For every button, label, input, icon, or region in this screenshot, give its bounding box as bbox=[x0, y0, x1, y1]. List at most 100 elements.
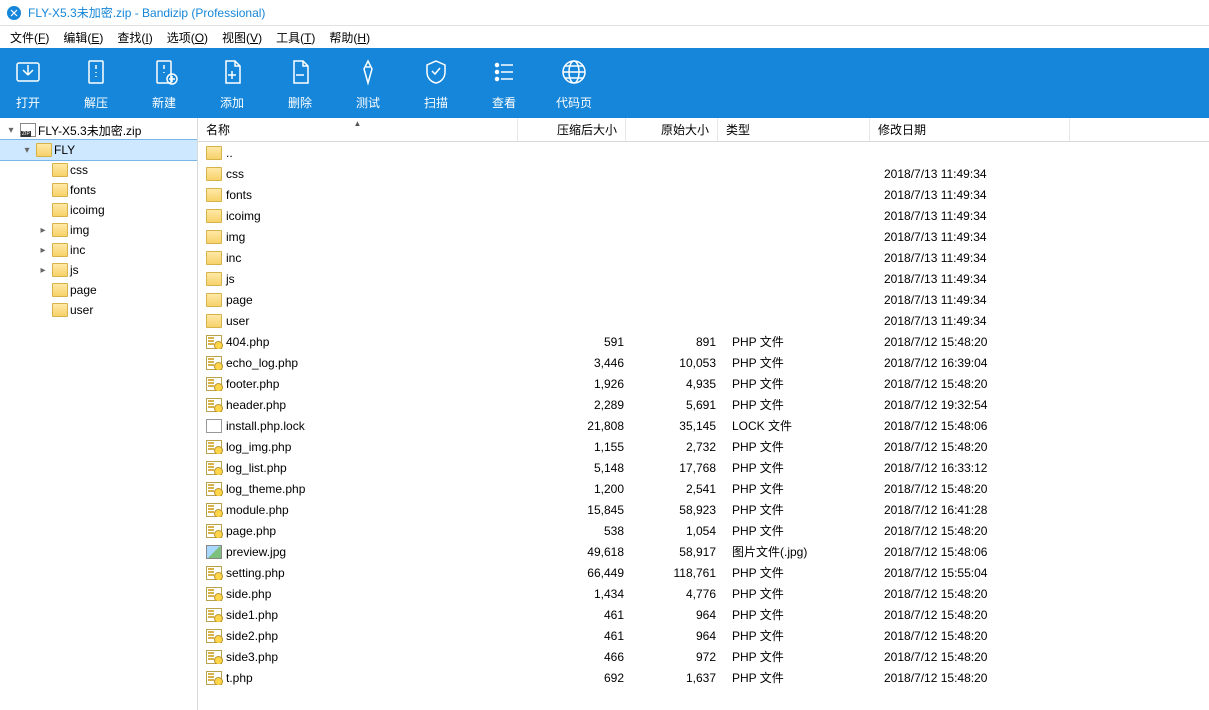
tree-item-user[interactable]: user bbox=[0, 300, 197, 320]
test-icon bbox=[352, 56, 384, 88]
file-row[interactable]: icoimg2018/7/13 11:49:34 bbox=[198, 205, 1209, 226]
file-row[interactable]: fonts2018/7/13 11:49:34 bbox=[198, 184, 1209, 205]
column-headers[interactable]: 名称▲ 压缩后大小 原始大小 类型 修改日期 bbox=[198, 118, 1209, 142]
expander-icon[interactable]: ▾ bbox=[20, 145, 34, 156]
file-row[interactable]: inc2018/7/13 11:49:34 bbox=[198, 247, 1209, 268]
folder-icon bbox=[52, 263, 68, 277]
expander-icon[interactable]: ▾ bbox=[4, 125, 18, 136]
toolbar-test-button[interactable]: 测试 bbox=[352, 56, 384, 111]
file-type: PHP 文件 bbox=[724, 564, 876, 581]
php-icon bbox=[206, 377, 222, 391]
folder-icon bbox=[206, 272, 222, 286]
file-row[interactable]: header.php2,2895,691PHP 文件2018/7/12 19:3… bbox=[198, 394, 1209, 415]
file-row[interactable]: log_list.php5,14817,768PHP 文件2018/7/12 1… bbox=[198, 457, 1209, 478]
file-row[interactable]: page.php5381,054PHP 文件2018/7/12 15:48:20 bbox=[198, 520, 1209, 541]
file-name: preview.jpg bbox=[226, 545, 286, 559]
file-name: side3.php bbox=[226, 650, 278, 664]
col-compressed-size[interactable]: 压缩后大小 bbox=[518, 118, 626, 141]
menu-f[interactable]: 文件(F) bbox=[4, 27, 55, 48]
tree-item-fly[interactable]: ▾FLY bbox=[0, 140, 197, 160]
file-name: 404.php bbox=[226, 335, 269, 349]
tree-root[interactable]: ▾FLY-X5.3未加密.zip bbox=[0, 120, 197, 140]
file-type: PHP 文件 bbox=[724, 354, 876, 371]
menu-v[interactable]: 视图(V) bbox=[216, 27, 268, 48]
php-icon bbox=[206, 587, 222, 601]
folder-icon bbox=[206, 146, 222, 160]
file-row[interactable]: js2018/7/13 11:49:34 bbox=[198, 268, 1209, 289]
tree-item-css[interactable]: css bbox=[0, 160, 197, 180]
expander-icon[interactable]: ▸ bbox=[36, 245, 50, 256]
file-row[interactable]: side.php1,4344,776PHP 文件2018/7/12 15:48:… bbox=[198, 583, 1209, 604]
col-type[interactable]: 类型 bbox=[718, 118, 870, 141]
file-row[interactable]: .. bbox=[198, 142, 1209, 163]
toolbar-extract-button[interactable]: 解压 bbox=[80, 56, 112, 111]
tree-item-img[interactable]: ▸img bbox=[0, 220, 197, 240]
file-row[interactable]: log_img.php1,1552,732PHP 文件2018/7/12 15:… bbox=[198, 436, 1209, 457]
codepage-icon bbox=[558, 56, 590, 88]
folder-icon bbox=[52, 183, 68, 197]
col-original-size[interactable]: 原始大小 bbox=[626, 118, 718, 141]
file-row[interactable]: user2018/7/13 11:49:34 bbox=[198, 310, 1209, 331]
expander-icon[interactable]: ▸ bbox=[36, 225, 50, 236]
menu-o[interactable]: 选项(O) bbox=[161, 27, 214, 48]
compressed-size: 461 bbox=[524, 608, 632, 622]
modified-date: 2018/7/12 15:48:20 bbox=[876, 587, 1076, 601]
file-type: PHP 文件 bbox=[724, 669, 876, 686]
file-row[interactable]: echo_log.php3,44610,053PHP 文件2018/7/12 1… bbox=[198, 352, 1209, 373]
file-type: PHP 文件 bbox=[724, 585, 876, 602]
tree-item-js[interactable]: ▸js bbox=[0, 260, 197, 280]
file-name: user bbox=[226, 314, 249, 328]
tree-item-inc[interactable]: ▸inc bbox=[0, 240, 197, 260]
col-modified-date[interactable]: 修改日期 bbox=[870, 118, 1070, 141]
file-row[interactable]: setting.php66,449118,761PHP 文件2018/7/12 … bbox=[198, 562, 1209, 583]
menu-h[interactable]: 帮助(H) bbox=[323, 27, 376, 48]
view-icon bbox=[488, 56, 520, 88]
file-row[interactable]: css2018/7/13 11:49:34 bbox=[198, 163, 1209, 184]
file-row[interactable]: side2.php461964PHP 文件2018/7/12 15:48:20 bbox=[198, 625, 1209, 646]
tree-item-fonts[interactable]: fonts bbox=[0, 180, 197, 200]
file-row[interactable]: side3.php466972PHP 文件2018/7/12 15:48:20 bbox=[198, 646, 1209, 667]
php-icon bbox=[206, 482, 222, 496]
original-size: 1,637 bbox=[632, 671, 724, 685]
file-row[interactable]: log_theme.php1,2002,541PHP 文件2018/7/12 1… bbox=[198, 478, 1209, 499]
file-name: log_theme.php bbox=[226, 482, 305, 496]
file-row[interactable]: t.php6921,637PHP 文件2018/7/12 15:48:20 bbox=[198, 667, 1209, 688]
file-row[interactable]: install.php.lock21,80835,145LOCK 文件2018/… bbox=[198, 415, 1209, 436]
file-row[interactable]: footer.php1,9264,935PHP 文件2018/7/12 15:4… bbox=[198, 373, 1209, 394]
file-name: .. bbox=[226, 146, 233, 160]
toolbar-view-button[interactable]: 查看 bbox=[488, 56, 520, 111]
app-icon bbox=[6, 5, 22, 21]
modified-date: 2018/7/13 11:49:34 bbox=[876, 272, 1076, 286]
file-name: page bbox=[226, 293, 253, 307]
file-row[interactable]: preview.jpg49,61858,917图片文件(.jpg)2018/7/… bbox=[198, 541, 1209, 562]
file-type: PHP 文件 bbox=[724, 648, 876, 665]
tree-item-icoimg[interactable]: icoimg bbox=[0, 200, 197, 220]
menu-e[interactable]: 编辑(E) bbox=[57, 27, 109, 48]
folder-tree[interactable]: ▾FLY-X5.3未加密.zip▾FLYcssfontsicoimg▸img▸i… bbox=[0, 118, 198, 710]
toolbar-open-button[interactable]: 打开 bbox=[12, 56, 44, 111]
toolbar-new-button[interactable]: 新建 bbox=[148, 56, 180, 111]
file-row[interactable]: 404.php591891PHP 文件2018/7/12 15:48:20 bbox=[198, 331, 1209, 352]
toolbar-add-button[interactable]: 添加 bbox=[216, 56, 248, 111]
expander-icon[interactable]: ▸ bbox=[36, 265, 50, 276]
modified-date: 2018/7/12 15:48:20 bbox=[876, 524, 1076, 538]
file-row[interactable]: img2018/7/13 11:49:34 bbox=[198, 226, 1209, 247]
file-name: echo_log.php bbox=[226, 356, 298, 370]
titlebar: FLY-X5.3未加密.zip - Bandizip (Professional… bbox=[0, 0, 1209, 26]
original-size: 58,917 bbox=[632, 545, 724, 559]
file-list[interactable]: .. css2018/7/13 11:49:34fonts2018/7/13 11… bbox=[198, 142, 1209, 710]
file-row[interactable]: module.php15,84558,923PHP 文件2018/7/12 16… bbox=[198, 499, 1209, 520]
menu-t[interactable]: 工具(T) bbox=[270, 27, 321, 48]
folder-icon bbox=[206, 167, 222, 181]
folder-icon bbox=[36, 143, 52, 157]
toolbar-delete-button[interactable]: 删除 bbox=[284, 56, 316, 111]
menu-i[interactable]: 查找(I) bbox=[111, 27, 158, 48]
file-row[interactable]: page2018/7/13 11:49:34 bbox=[198, 289, 1209, 310]
file-row[interactable]: side1.php461964PHP 文件2018/7/12 15:48:20 bbox=[198, 604, 1209, 625]
compressed-size: 5,148 bbox=[524, 461, 632, 475]
toolbar-codepage-button[interactable]: 代码页 bbox=[556, 56, 592, 111]
tree-item-page[interactable]: page bbox=[0, 280, 197, 300]
col-name[interactable]: 名称▲ bbox=[198, 118, 518, 141]
modified-date: 2018/7/12 15:48:20 bbox=[876, 608, 1076, 622]
toolbar-scan-button[interactable]: 扫描 bbox=[420, 56, 452, 111]
